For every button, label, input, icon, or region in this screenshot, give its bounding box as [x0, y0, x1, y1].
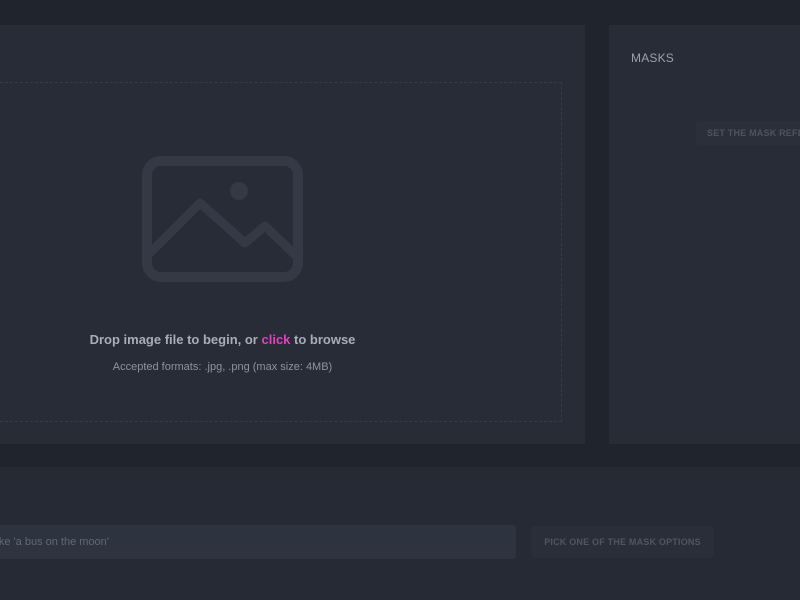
pick-mask-option-button[interactable]: PICK ONE OF THE MASK OPTIONS	[531, 526, 714, 558]
accepted-formats-text: Accepted formats: .jpg, .png (max size: …	[112, 361, 333, 373]
drop-text-before: Drop image file to begin, or	[89, 332, 262, 347]
browse-click-link[interactable]: click	[261, 332, 290, 347]
app-stage: Drop image file to begin, or click to br…	[0, 0, 800, 600]
image-dropzone[interactable]: Drop image file to begin, or click to br…	[0, 82, 562, 422]
masks-panel: MASKS SET THE MASK REFERENCE POINT	[609, 25, 800, 444]
masks-title: MASKS	[631, 51, 675, 65]
image-placeholder-icon	[142, 156, 303, 282]
drop-instructions: Drop image file to begin, or click to br…	[0, 332, 445, 347]
drop-text-after: to browse	[290, 332, 356, 347]
prompt-input[interactable]	[0, 525, 516, 559]
image-upload-panel: Drop image file to begin, or click to br…	[0, 25, 585, 444]
set-mask-reference-button[interactable]: SET THE MASK REFERENCE POINT	[696, 121, 800, 145]
